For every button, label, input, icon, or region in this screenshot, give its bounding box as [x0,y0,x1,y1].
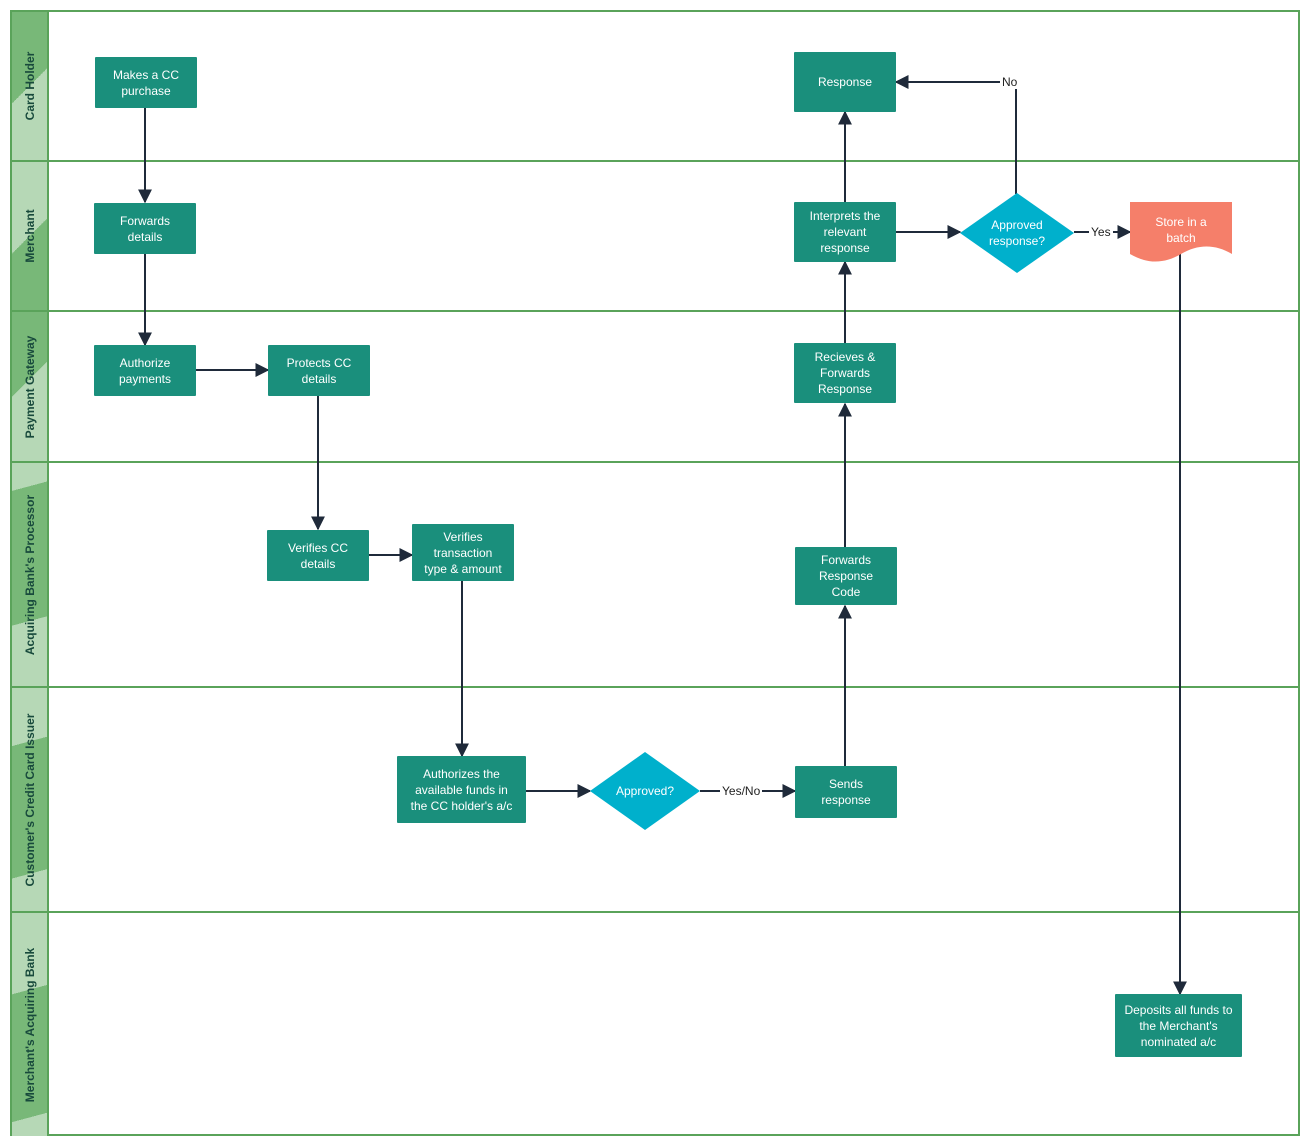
lane-header-credit-card-issuer: Customer's Credit Card Issuer [12,688,49,911]
node-protects-cc-details[interactable]: Protects CC details [268,345,370,396]
node-response[interactable]: Response [794,52,896,112]
lane-acquiring-processor: Acquiring Bank's Processor [12,463,1298,688]
lane-header-merchant: Merchant [12,162,49,310]
lane-header-acquiring-processor: Acquiring Bank's Processor [12,463,49,686]
node-receives-forwards-response[interactable]: Recieves & Forwards Response [794,343,896,403]
edge-label-yes: Yes [1089,225,1113,239]
node-forwards-response-code[interactable]: Forwards Response Code [795,547,897,605]
decision-approved-response[interactable]: Approved response? [960,193,1074,273]
swimlane-diagram: Card Holder Merchant Payment Gateway Acq… [10,10,1300,1136]
node-verifies-cc-details[interactable]: Verifies CC details [267,530,369,581]
lane-card-holder: Card Holder [12,12,1298,162]
lane-header-card-holder: Card Holder [12,12,49,160]
lane-payment-gateway: Payment Gateway [12,312,1298,463]
node-makes-cc-purchase[interactable]: Makes a CC purchase [95,57,197,108]
node-deposits-funds[interactable]: Deposits all funds to the Merchant's nom… [1115,994,1242,1057]
lane-acquiring-bank: Merchant's Acquiring Bank [12,913,1298,1136]
document-label: Store in a batch [1155,215,1207,245]
lane-title: Acquiring Bank's Processor [22,494,37,655]
decision-label: Approved response? [988,218,1046,248]
node-verifies-transaction[interactable]: Verifies transaction type & amount [412,524,514,581]
node-interprets-response[interactable]: Interprets the relevant response [794,202,896,262]
node-authorizes-funds[interactable]: Authorizes the available funds in the CC… [397,756,526,823]
lane-header-payment-gateway: Payment Gateway [12,312,49,461]
document-store-in-batch[interactable]: Store in a batch [1130,202,1232,262]
node-sends-response[interactable]: Sends response [795,766,897,818]
lane-title: Customer's Credit Card Issuer [22,713,37,886]
node-forwards-details[interactable]: Forwards details [94,203,196,254]
lane-title: Merchant [22,209,37,263]
edge-label-no: No [1000,75,1020,89]
lane-title: Merchant's Acquiring Bank [22,947,37,1102]
decision-approved[interactable]: Approved? [590,752,700,830]
decision-label: Approved? [615,784,675,798]
lane-title: Payment Gateway [22,335,37,438]
node-authorize-payments[interactable]: Authorize payments [94,345,196,396]
lane-title: Card Holder [22,51,37,121]
lane-header-acquiring-bank: Merchant's Acquiring Bank [12,913,49,1136]
edge-label-yes-no: Yes/No [720,784,763,798]
